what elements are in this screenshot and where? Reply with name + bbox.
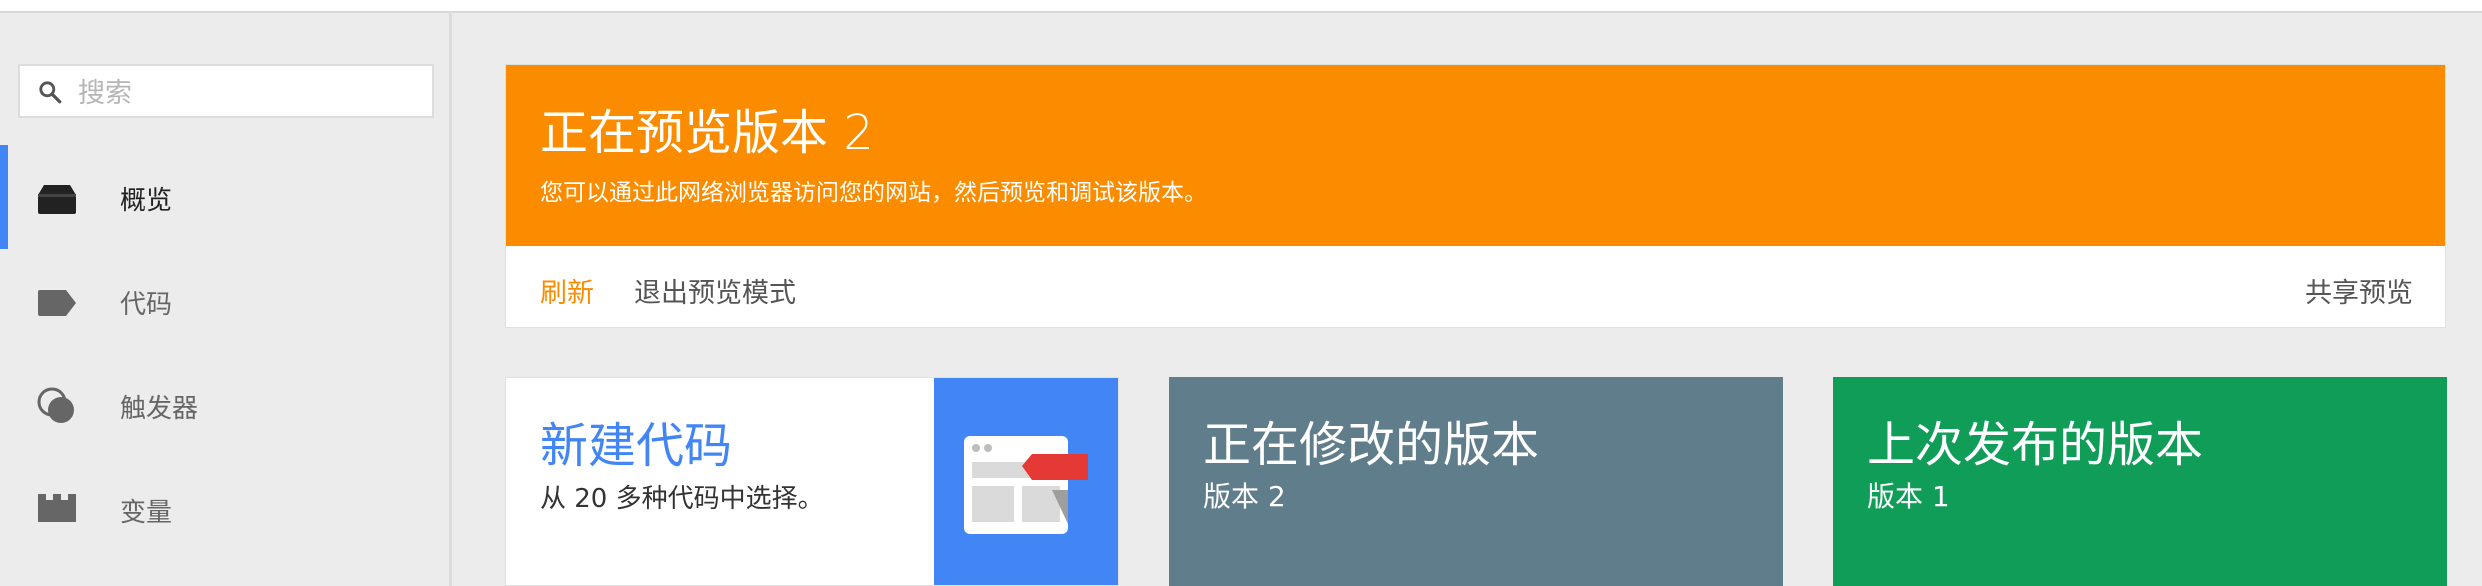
share-preview-link[interactable]: 共享预览: [2305, 271, 2413, 310]
exit-preview-link[interactable]: 退出预览模式: [634, 271, 796, 310]
refresh-link[interactable]: 刷新: [540, 271, 594, 310]
sidebar-item-label: 概览: [120, 186, 173, 216]
card-subtitle: 版本 2: [1203, 480, 1286, 513]
top-bar: [0, 0, 2482, 13]
last-published-card[interactable]: 上次发布的版本 版本 1: [1833, 377, 2447, 586]
sidebar-item-tags[interactable]: 代码: [0, 249, 449, 353]
sidebar-item-variables[interactable]: 变量: [0, 457, 449, 561]
card-title: 上次发布的版本: [1867, 417, 2204, 473]
active-indicator: [0, 145, 8, 249]
trigger-icon: [37, 387, 74, 423]
card-title: 正在修改的版本: [1203, 417, 1540, 473]
card-subtitle: 从 20 多种代码中选择。: [540, 484, 824, 514]
preview-banner-header: 正在预览版本 2 您可以通过此网络浏览器访问您的网站，然后预览和调试该版本。: [506, 65, 2445, 246]
sidebar-item-label: 代码: [120, 290, 173, 320]
card-subtitle: 版本 1: [1867, 480, 1950, 513]
search-input[interactable]: [76, 73, 420, 113]
editing-version-card[interactable]: 正在修改的版本 版本 2: [1169, 377, 1783, 586]
preview-title: 正在预览版本 2: [540, 105, 874, 161]
sidebar-item-label: 触发器: [120, 394, 199, 424]
card-title: 新建代码: [540, 418, 733, 474]
sidebar-item-label: 变量: [120, 498, 173, 528]
tag-icon: [38, 290, 76, 316]
sidebar-item-triggers[interactable]: 触发器: [0, 353, 449, 457]
search-icon: [39, 81, 62, 104]
sidebar: 概览 代码 触发器 变量: [0, 13, 452, 586]
new-tag-illustration: [934, 378, 1118, 585]
sidebar-item-overview[interactable]: 概览: [0, 145, 449, 249]
overview-icon: [38, 185, 76, 214]
variable-icon: [38, 494, 76, 522]
browser-tag-icon: [964, 436, 1088, 534]
preview-banner: 正在预览版本 2 您可以通过此网络浏览器访问您的网站，然后预览和调试该版本。 刷…: [505, 64, 2446, 328]
search-box[interactable]: [18, 64, 434, 118]
new-tag-card[interactable]: 新建代码 从 20 多种代码中选择。: [505, 377, 1119, 586]
preview-description: 您可以通过此网络浏览器访问您的网站，然后预览和调试该版本。: [540, 180, 1207, 206]
